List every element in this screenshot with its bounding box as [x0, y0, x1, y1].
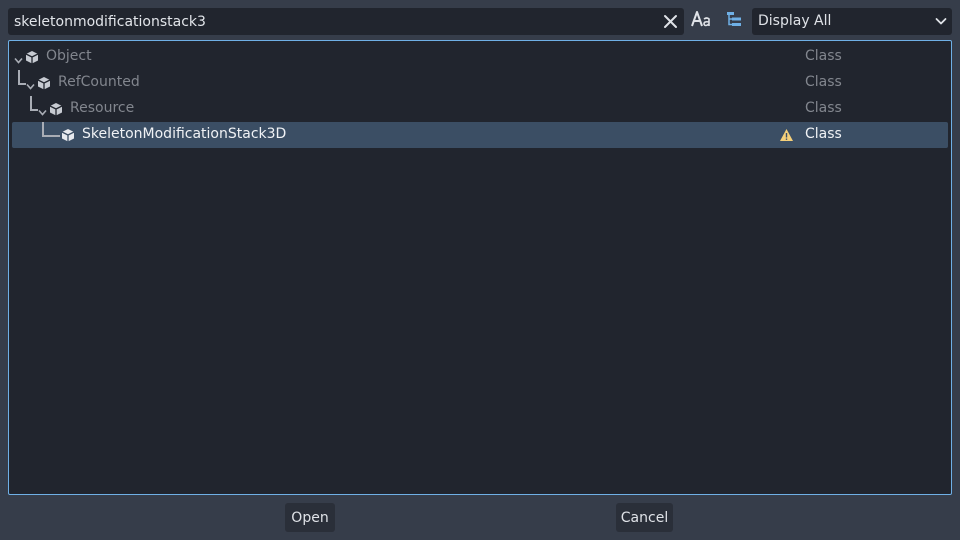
tree-item-type: Class — [805, 126, 842, 142]
tree-guide-line — [42, 122, 60, 137]
create-resource-dialog: Display All Object Class — [0, 0, 960, 540]
match-case-button[interactable] — [689, 9, 713, 33]
tree-view-icon — [726, 11, 742, 31]
tree-item-label: SkeletonModificationStack3D — [82, 126, 287, 142]
search-input[interactable] — [14, 8, 654, 35]
chevron-down-icon[interactable] — [14, 53, 23, 64]
class-cube-icon — [49, 102, 63, 116]
tree-item-refcounted[interactable]: RefCounted Class — [12, 70, 948, 96]
tree-item-object[interactable]: Object Class — [12, 44, 948, 70]
match-case-icon — [691, 10, 711, 32]
tree-item-label: Object — [46, 48, 92, 64]
tree-item-label: Resource — [70, 100, 135, 116]
tree-item-skeletonmodificationstack3d[interactable]: SkeletonModificationStack3D Class — [12, 122, 948, 148]
tree-guide-line — [30, 96, 38, 111]
class-cube-icon — [37, 76, 51, 90]
tree-item-type: Class — [805, 100, 842, 116]
class-cube-icon — [25, 50, 39, 64]
open-button[interactable]: Open — [285, 503, 335, 532]
tree-view-toggle[interactable] — [722, 9, 746, 33]
warning-icon — [779, 128, 794, 142]
display-filter-select[interactable]: Display All — [752, 8, 952, 35]
tree-guide-line — [18, 70, 26, 85]
chevron-down-icon[interactable] — [38, 105, 47, 116]
close-icon[interactable] — [663, 14, 678, 29]
class-cube-icon — [61, 128, 75, 142]
search-field[interactable] — [8, 8, 684, 35]
cancel-button[interactable]: Cancel — [616, 503, 673, 532]
class-tree[interactable]: Object Class RefCounted Class Resource C… — [8, 40, 952, 495]
tree-item-type: Class — [805, 48, 842, 64]
tree-item-label: RefCounted — [58, 74, 140, 90]
tree-item-resource[interactable]: Resource Class — [12, 96, 948, 122]
display-filter-value: Display All — [758, 13, 832, 29]
chevron-down-icon — [935, 15, 947, 27]
tree-item-type: Class — [805, 74, 842, 90]
chevron-down-icon[interactable] — [26, 79, 35, 90]
